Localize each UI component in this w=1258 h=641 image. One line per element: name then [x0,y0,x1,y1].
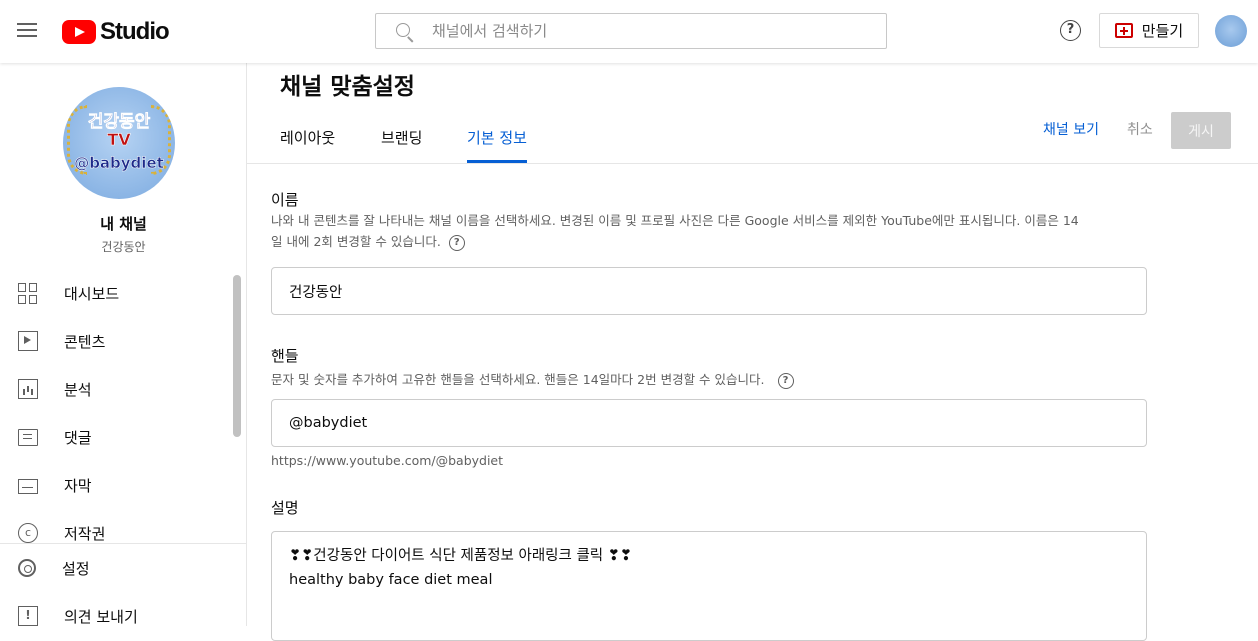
description-line1: ❣❣건강동안 다이어트 식단 제품정보 아래링크 클릭 ❣❣ [289,548,633,564]
sidebar-scrollbar[interactable] [233,275,241,437]
hamburger-menu-icon[interactable] [14,19,40,43]
sidebar-item-label: 대시보드 [64,284,120,303]
video-plus-icon [1114,23,1133,38]
subtitles-icon [18,478,38,494]
search-bar[interactable] [375,13,887,49]
channel-name: 건강동안 [101,240,146,254]
name-input[interactable]: 건강동안 [271,267,1147,315]
sidebar-item-dashboard[interactable]: 대시보드 [0,269,236,317]
youtube-play-icon [62,20,96,44]
bar-chart-icon [18,379,38,399]
top-bar: Studio ? 만들기 [0,0,1258,63]
gear-icon [18,559,36,577]
name-description-line1: 나와 내 콘텐츠를 잘 나타내는 채널 이름을 선택하세요. 변경된 이름 및 … [271,213,1079,228]
tab-branding[interactable]: 브랜딩 [381,127,422,163]
feedback-icon: ! [18,606,38,626]
name-description-line2: 일 내에 2회 변경할 수 있습니다. [271,234,441,249]
channel-avatar[interactable]: 건강동안 TV @babydiet [63,87,175,199]
view-channel-link[interactable]: 채널 보기 [1043,119,1099,139]
youtube-studio-logo[interactable]: Studio [62,18,170,46]
sidebar-item-comments[interactable]: 댓글 [0,413,236,461]
tab-bar: 레이아웃 브랜딩 기본 정보 [247,118,1258,164]
name-section-title: 이름 [271,191,299,209]
sidebar-item-label: 의견 보내기 [64,607,138,626]
main-content: 채널 맞춤설정 레이아웃 브랜딩 기본 정보 채널 보기 취소 게시 이름 나와… [247,63,1258,641]
copyright-icon: c [18,523,38,543]
handle-section-description-wrap: 문자 및 숫자를 추가하여 고유한 핸들을 선택하세요. 핸들은 14일마다 2… [271,369,1151,390]
handle-section-title: 핸들 [271,347,299,365]
handle-input[interactable]: @babydiet [271,399,1147,447]
description-section-title: 설명 [271,499,299,517]
name-section-description: 나와 내 콘텐츠를 잘 나타내는 채널 이름을 선택하세요. 변경된 이름 및 … [271,210,1151,252]
play-box-icon [18,331,38,351]
sidebar-item-subtitles[interactable]: 자막 [0,461,236,509]
search-input[interactable] [432,16,886,46]
create-button[interactable]: 만들기 [1099,13,1199,48]
sidebar-item-label: 설정 [62,559,90,578]
sidebar-bottom-nav: 설정 ! 의견 보내기 [0,543,247,640]
help-circle-icon[interactable]: ? [448,234,465,251]
account-avatar[interactable] [1215,15,1247,47]
sidebar-item-label: 콘텐츠 [64,332,106,351]
avatar-text-line3: @babydiet [74,154,164,173]
sidebar-item-label: 댓글 [64,428,92,447]
sidebar: 건강동안 TV @babydiet 내 채널 건강동안 대시보드 콘텐츠 분석 … [0,63,247,626]
description-textarea[interactable]: ❣❣건강동안 다이어트 식단 제품정보 아래링크 클릭 ❣❣ healthy b… [271,531,1147,641]
sidebar-item-feedback[interactable]: ! 의견 보내기 [0,592,247,640]
tab-layout[interactable]: 레이아웃 [280,127,335,163]
cancel-button[interactable]: 취소 [1127,119,1153,139]
sidebar-item-analytics[interactable]: 분석 [0,365,236,413]
sidebar-item-content[interactable]: 콘텐츠 [0,317,236,365]
tab-basic-info[interactable]: 기본 정보 [467,127,527,163]
comment-icon [18,428,38,446]
sidebar-item-label: 분석 [64,380,92,399]
channel-url: https://www.youtube.com/@babydiet [271,453,504,468]
sidebar-item-label: 저작권 [64,524,106,543]
sidebar-item-label: 자막 [64,476,92,495]
my-channel-label: 내 채널 [100,215,147,233]
search-icon[interactable] [388,14,424,48]
help-circle-icon[interactable]: ? [777,372,794,389]
help-circle-icon[interactable]: ? [1060,20,1081,41]
name-description-line2-wrap: 일 내에 2회 변경할 수 있습니다.? [271,231,1151,252]
sidebar-nav: 대시보드 콘텐츠 분석 댓글 자막 c 저작권 [0,269,236,557]
page-title: 채널 맞춤설정 [280,74,415,100]
description-line2: healthy baby face diet meal [289,572,493,588]
create-button-label: 만들기 [1141,22,1184,40]
avatar-text-line1: 건강동안 [87,112,151,133]
handle-section-description: 문자 및 숫자를 추가하여 고유한 핸들을 선택하세요. 핸들은 14일마다 2… [271,372,765,387]
dashboard-grid-icon [18,283,38,304]
avatar-text-line2: TV [107,130,131,150]
publish-button[interactable]: 게시 [1171,112,1231,149]
sidebar-item-settings[interactable]: 설정 [0,544,247,592]
logo-text: Studio [100,18,170,45]
